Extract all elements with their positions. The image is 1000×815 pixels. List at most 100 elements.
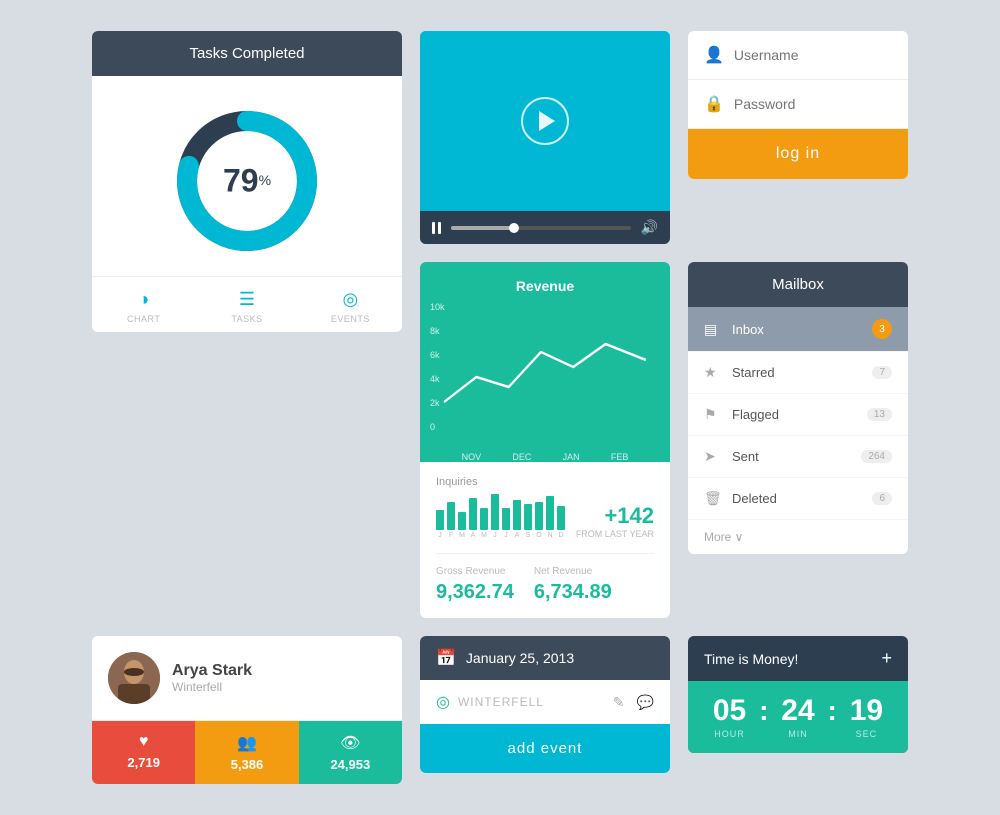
profile-card: Arya Stark Winterfell ♥ 2,719 👥 5,386 👁 …	[92, 636, 402, 784]
login-card: 👤 🔒 log in	[688, 31, 908, 179]
bar-12	[557, 506, 565, 530]
stat-likes[interactable]: ♥ 2,719	[92, 721, 195, 784]
timer-sep-2: :	[828, 695, 837, 727]
mailbox-header: Mailbox	[688, 262, 908, 307]
bx-a2: A	[513, 532, 521, 539]
bx-j: J	[436, 532, 444, 539]
calendar-icon: 📅	[436, 648, 456, 668]
bar-9	[524, 504, 532, 530]
donut-container: 79%	[92, 76, 402, 276]
username-field[interactable]: 👤	[688, 31, 908, 80]
password-input[interactable]	[734, 96, 892, 112]
calendar-location: WINTERFELL	[458, 695, 605, 709]
timer-hour: 05 HOUR	[702, 696, 757, 739]
inquiries-label: Inquiries	[436, 476, 654, 488]
min-label: MIN	[788, 729, 808, 739]
heart-icon: ♥	[139, 733, 149, 751]
location-icon: ◎	[436, 692, 450, 712]
profile-name: Arya Stark	[172, 662, 252, 680]
profile-info: Arya Stark Winterfell	[172, 662, 252, 694]
stat-views[interactable]: 👁 24,953	[299, 721, 402, 784]
inquiries-row: J F M A M J J A S O N D	[436, 494, 654, 539]
timer-min: 24 MIN	[770, 696, 825, 739]
calendar-card: 📅 January 25, 2013 ◎ WINTERFELL ✎ 💬 add …	[420, 636, 670, 773]
x-feb: FEB	[611, 452, 629, 462]
revenue-card: Revenue 10k 8k 6k 4k 2k 0 NOV DE	[420, 262, 670, 618]
tab-tasks[interactable]: ☰ TASKS	[195, 289, 298, 324]
tasks-icon: ☰	[239, 289, 255, 310]
mailbox-deleted[interactable]: 🗑 Deleted 6	[688, 478, 908, 520]
bar-5	[480, 508, 488, 530]
inbox-badge: 3	[872, 319, 892, 339]
revenue-chart-area: Revenue 10k 8k 6k 4k 2k 0 NOV DE	[420, 262, 670, 462]
mailbox-sent[interactable]: ➤ Sent 264	[688, 436, 908, 478]
timer-title: Time is Money!	[704, 651, 798, 667]
hour-label: HOUR	[714, 729, 745, 739]
bx-n: N	[546, 532, 554, 539]
bx-s: S	[524, 532, 532, 539]
timer-plus-button[interactable]: +	[881, 648, 892, 669]
add-event-button[interactable]: add event	[420, 724, 670, 773]
views-icon: 👁	[340, 733, 360, 753]
chat-icon[interactable]: 💬	[637, 694, 654, 711]
pause-button[interactable]	[432, 222, 441, 234]
play-button[interactable]	[521, 97, 569, 145]
login-button[interactable]: log in	[688, 129, 908, 179]
video-screen[interactable]	[420, 31, 670, 211]
lock-icon: 🔒	[704, 94, 724, 114]
sec-label: SEC	[856, 729, 878, 739]
progress-bar[interactable]	[451, 226, 631, 230]
profile-header: Arya Stark Winterfell	[92, 636, 402, 721]
chart-icon: ◑	[138, 289, 149, 310]
mailbox-card: Mailbox ▤ Inbox 3 ★ Starred 7 ⚑ Flagged …	[688, 262, 908, 554]
calendar-body: ◎ WINTERFELL ✎ 💬	[420, 680, 670, 724]
mailbox-inbox[interactable]: ▤ Inbox 3	[688, 307, 908, 352]
bx-m: M	[458, 532, 466, 539]
likes-value: 2,719	[127, 755, 160, 770]
sec-value: 19	[850, 696, 883, 726]
username-input[interactable]	[734, 47, 892, 63]
bar-8	[513, 500, 521, 530]
revenue-svg	[436, 302, 654, 432]
progress-fill	[451, 226, 514, 230]
events-icon: ◎	[342, 289, 358, 310]
gross-revenue: Gross Revenue 9,362.74	[436, 566, 514, 604]
timer-header: Time is Money! +	[688, 636, 908, 681]
tab-events[interactable]: ◎ EVENTS	[299, 289, 402, 324]
profile-location: Winterfell	[172, 680, 252, 694]
timer-sep-1: :	[759, 695, 768, 727]
change-label: FROM LAST YEAR	[576, 529, 654, 539]
video-player: 🔊	[420, 31, 670, 244]
views-value: 24,953	[330, 757, 370, 772]
bar-x-labels: J F M A M J J A S O N D	[436, 532, 565, 539]
tasks-tabs: ◑ CHART ☰ TASKS ◎ EVENTS	[92, 276, 402, 332]
starred-label: Starred	[732, 365, 872, 380]
bar-11	[546, 496, 554, 530]
mailbox-more[interactable]: More ∨	[688, 520, 908, 554]
deleted-count: 6	[872, 492, 892, 505]
password-field[interactable]: 🔒	[688, 80, 908, 129]
bar-chart	[436, 494, 565, 530]
bar-6	[491, 494, 499, 530]
deleted-label: Deleted	[732, 491, 872, 506]
deleted-icon: 🗑	[704, 490, 722, 507]
calendar-actions: ✎ 💬	[613, 694, 654, 711]
bar-3	[458, 512, 466, 530]
stat-followers[interactable]: 👥 5,386	[195, 721, 298, 784]
tab-chart[interactable]: ◑ CHART	[92, 289, 195, 324]
bar-7	[502, 508, 510, 530]
bx-m2: M	[480, 532, 488, 539]
edit-icon[interactable]: ✎	[613, 694, 625, 711]
volume-icon[interactable]: 🔊	[641, 219, 658, 236]
user-icon: 👤	[704, 45, 724, 65]
timer-display: 05 HOUR : 24 MIN : 19 SEC	[688, 681, 908, 753]
mailbox-starred[interactable]: ★ Starred 7	[688, 352, 908, 394]
timer-sec: 19 SEC	[839, 696, 894, 739]
sent-count: 264	[861, 450, 892, 463]
timer-card: Time is Money! + 05 HOUR : 24 MIN : 19 S…	[688, 636, 908, 753]
inbox-label: Inbox	[732, 322, 872, 337]
revenue-bottom: Gross Revenue 9,362.74 Net Revenue 6,734…	[436, 553, 654, 604]
mailbox-flagged[interactable]: ⚑ Flagged 13	[688, 394, 908, 436]
x-dec: DEC	[512, 452, 531, 462]
dashboard: 🔊 Tasks Completed 79% ◑ CH	[92, 31, 908, 784]
